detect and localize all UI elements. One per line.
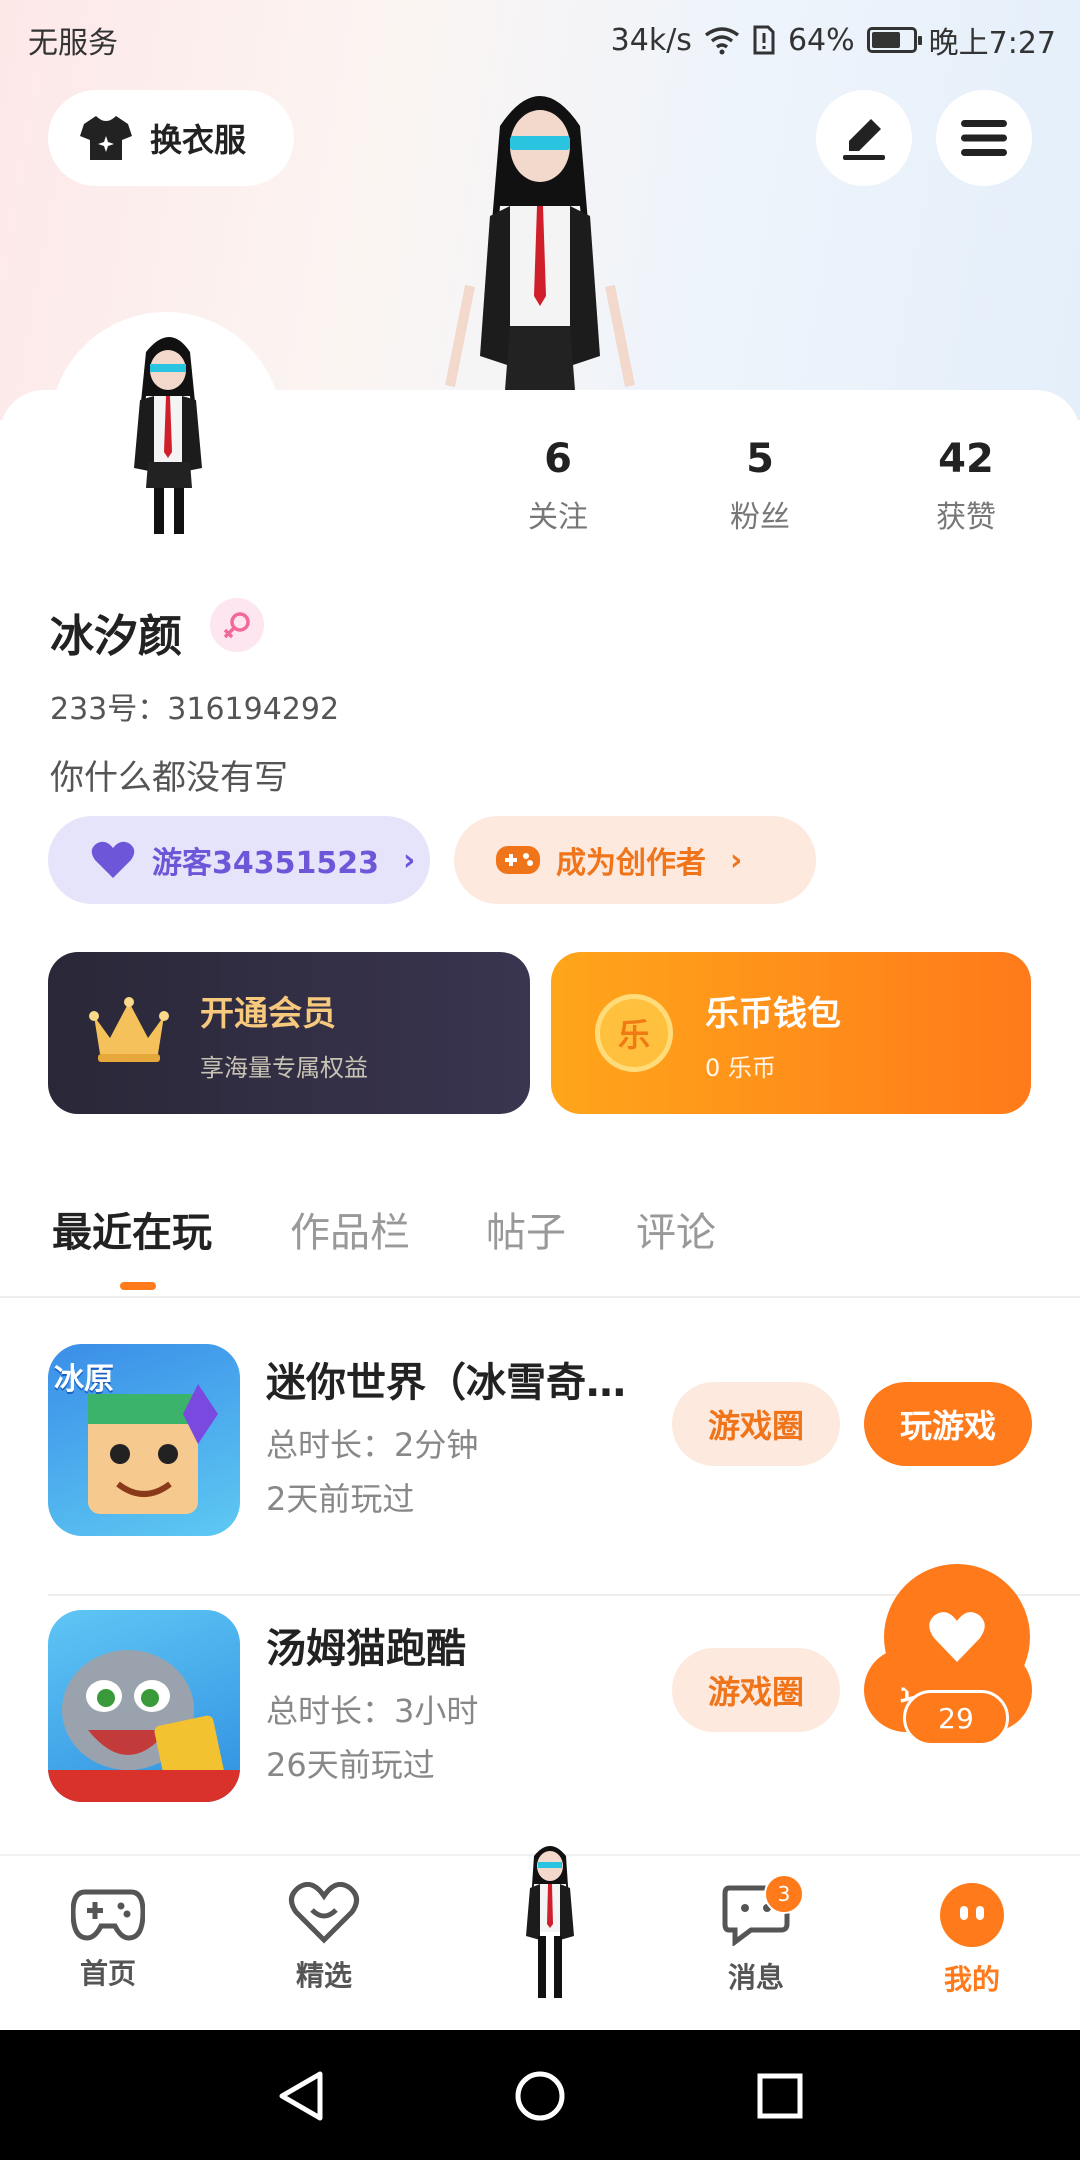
nav-mine[interactable]: 我的 (902, 1882, 1042, 1998)
recents-icon[interactable] (756, 2072, 804, 2120)
stat-fans-label: 粉丝 (730, 500, 790, 535)
become-creator-chip[interactable]: 成为创作者 › (454, 816, 816, 904)
user-id-label: 233号： (50, 692, 168, 727)
edit-button[interactable] (816, 90, 912, 186)
nav-avatar-character[interactable] (500, 1836, 600, 2006)
nav-messages-label: 消息 (727, 1961, 784, 1994)
stat-following-value: 6 (544, 436, 572, 482)
vip-subtitle: 享海量专属权益 (200, 1054, 368, 1082)
carrier-text: 无服务 (28, 26, 118, 61)
stat-likes-label: 获赞 (936, 500, 996, 535)
tab-works[interactable]: 作品栏 (290, 1200, 410, 1258)
change-outfit-button[interactable]: 换衣服 (48, 90, 294, 186)
tab-posts[interactable]: 帖子 (486, 1200, 566, 1258)
battery-icon (866, 27, 922, 53)
game-icon-mini-world[interactable]: 冰原 (48, 1344, 240, 1536)
clock: 晚上7:27 (928, 26, 1056, 61)
visitor-chip[interactable]: 游客34351523 › (48, 816, 430, 904)
game-icon-tom-cat[interactable] (48, 1610, 240, 1802)
wallet-balance: 0 乐币 (705, 1054, 776, 1082)
become-creator-label: 成为创作者 (556, 846, 706, 881)
user-name: 冰汐颜 (50, 611, 182, 662)
change-outfit-label: 换衣服 (150, 121, 247, 159)
user-id-value: 316194292 (167, 692, 340, 727)
profile-avatar[interactable] (50, 312, 282, 544)
stat-following-label: 关注 (528, 500, 588, 535)
coin-icon: 乐 (595, 994, 673, 1072)
system-nav-bar (0, 2030, 1080, 2160)
heart-icon (91, 841, 135, 878)
like-count: 29 (903, 1690, 1009, 1746)
shirt-icon (80, 116, 132, 160)
coin-character: 乐 (617, 1016, 650, 1054)
user-bio[interactable]: 你什么都没有写 (50, 750, 288, 799)
chevron-right-icon: › (730, 842, 743, 878)
sim-alert-icon (753, 25, 775, 55)
avatar-character-image (134, 337, 202, 534)
heart-icon (289, 1881, 359, 1944)
edit-icon (843, 119, 885, 160)
game-duration: 总时长：2分钟 (266, 1426, 479, 1464)
heart-icon (929, 1612, 985, 1662)
vip-card[interactable]: 开通会员 享海量专属权益 (48, 952, 530, 1114)
stat-fans-value: 5 (746, 436, 774, 482)
nav-featured-label: 精选 (295, 1959, 352, 1992)
user-id: 233号：316194292 (50, 684, 339, 728)
profile-icon (940, 1883, 1004, 1947)
status-bar: 无服务 34k/s 64% 晚上7:27 (0, 0, 1080, 72)
avatar-3d-character[interactable] (430, 66, 650, 390)
game-title: 汤姆猫跑酷 (266, 1626, 466, 1672)
tom-cat-artwork (48, 1650, 240, 1802)
vip-title: 开通会员 (200, 994, 336, 1034)
chevron-right-icon: › (403, 842, 416, 878)
battery-percent: 64% (787, 22, 855, 58)
play-game-button[interactable]: 玩游戏 (864, 1382, 1032, 1466)
content-tabs: 最近在玩 作品栏 帖子 评论 (0, 1190, 1080, 1298)
stat-likes[interactable]: 42 获赞 (886, 436, 1046, 536)
tab-indicator (120, 1282, 156, 1290)
gender-badge (210, 598, 264, 652)
tab-recently-played[interactable]: 最近在玩 (52, 1200, 212, 1258)
floating-like-button[interactable] (884, 1564, 1030, 1710)
stat-fans[interactable]: 5 粉丝 (680, 436, 840, 536)
menu-icon (961, 120, 1007, 156)
game-duration: 总时长：3小时 (266, 1692, 479, 1730)
nav-mine-label: 我的 (943, 1963, 1000, 1996)
message-badge: 3 (764, 1874, 804, 1914)
nav-home[interactable]: 首页 (38, 1882, 178, 1992)
game-row[interactable]: 冰原 迷你世界（冰雪奇… 总时长：2分钟 2天前玩过 游戏圈 玩游戏 (0, 1330, 1080, 1596)
back-icon[interactable] (276, 2070, 326, 2122)
tab-comments[interactable]: 评论 (636, 1200, 716, 1258)
wallet-title: 乐币钱包 (705, 994, 841, 1034)
game-title: 迷你世界（冰雪奇… (266, 1360, 626, 1406)
game-last-played: 26天前玩过 (266, 1746, 435, 1784)
menu-button[interactable] (936, 90, 1032, 186)
game-circle-button[interactable]: 游戏圈 (672, 1382, 840, 1466)
stat-likes-value: 42 (938, 436, 994, 482)
wallet-card[interactable]: 乐 乐币钱包 0 乐币 (551, 952, 1031, 1114)
game-circle-button[interactable]: 游戏圈 (672, 1648, 840, 1732)
nav-featured[interactable]: 精选 (254, 1881, 394, 1994)
nav-messages[interactable]: 3 消息 (686, 1874, 826, 1996)
visitor-chip-label: 游客34351523 (152, 846, 379, 881)
stat-following[interactable]: 6 关注 (478, 436, 638, 536)
home-icon[interactable] (514, 2070, 566, 2122)
game-icon-badge-text: 冰原 (54, 1362, 114, 1397)
net-speed: 34k/s (610, 22, 692, 58)
gamepad-icon (70, 1889, 146, 1941)
crown-icon (89, 997, 169, 1062)
game-last-played: 2天前玩过 (266, 1480, 415, 1518)
gamepad-icon (496, 846, 540, 874)
female-icon (223, 612, 250, 639)
nav-home-label: 首页 (79, 1957, 136, 1990)
wifi-icon (704, 27, 739, 55)
